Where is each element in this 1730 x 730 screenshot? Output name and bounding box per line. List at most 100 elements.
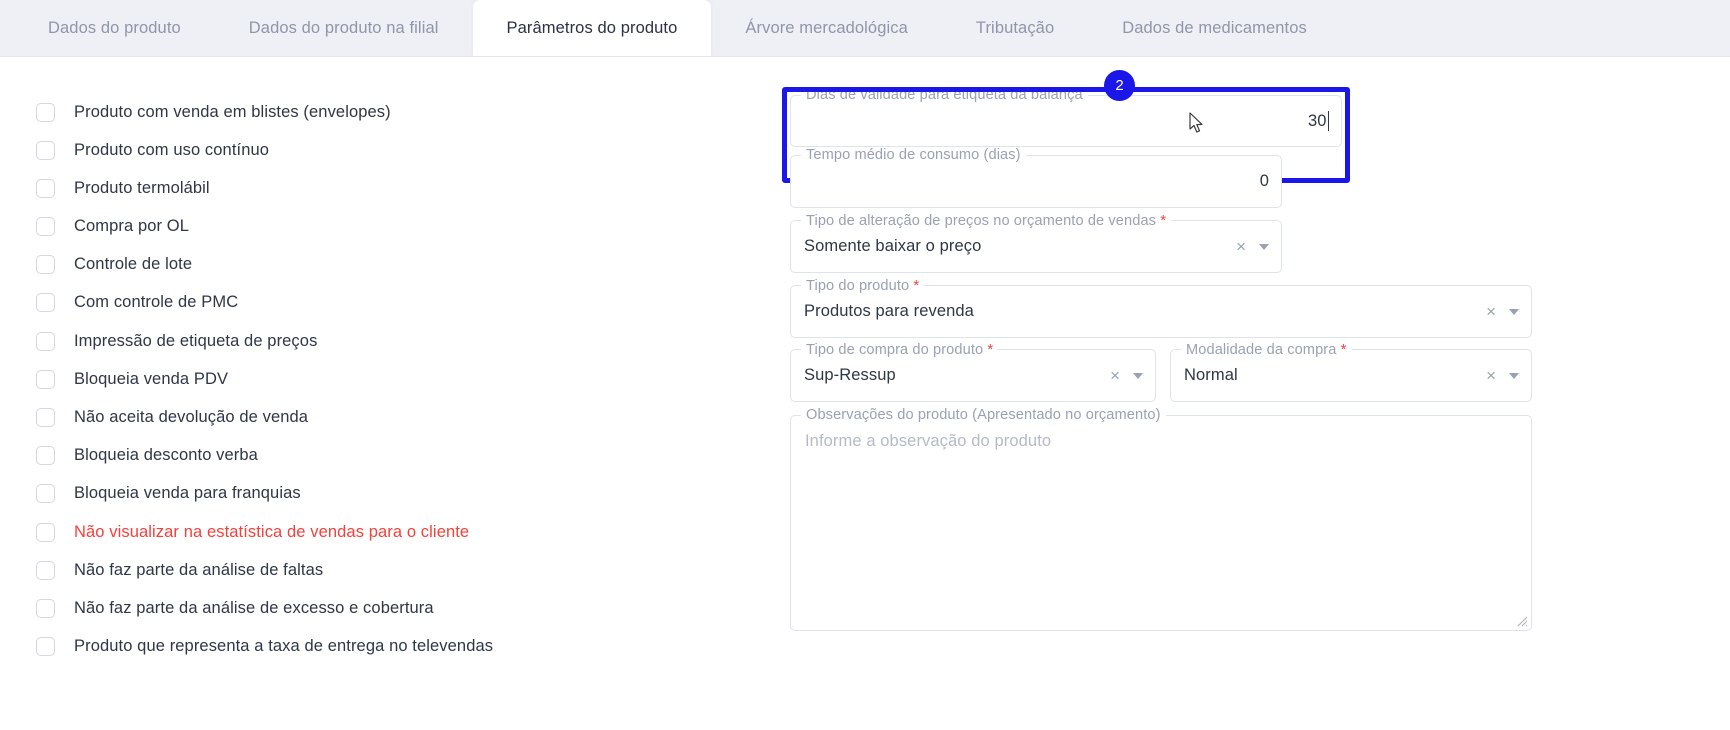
checkbox-row-nao-faz-parte-analise-faltas[interactable]: Não faz parte da análise de faltas [36, 553, 860, 587]
checkbox-label: Não visualizar na estatística de vendas … [74, 522, 470, 541]
chevron-down-icon[interactable] [1509, 308, 1519, 315]
tab-dados-de-medicamentos[interactable]: Dados de medicamentos [1088, 0, 1341, 56]
field-tipo-compra-produto[interactable]: Tipo de compra do produto * Sup-Ressup × [790, 341, 1156, 402]
checkbox-label: Não aceita devolução de venda [74, 408, 309, 426]
field-dias-de-validade[interactable]: Dias de validade para etiqueta da balanç… [790, 87, 1342, 147]
field-tipo-do-produto[interactable]: Tipo do produto * Produtos para revenda … [790, 277, 1532, 338]
modalidade-label: Modalidade da compra * [1181, 341, 1352, 358]
chevron-down-icon[interactable] [1259, 243, 1269, 250]
tipo-alteracao-label-text: Tipo de alteração de preços no orçamento… [806, 213, 1157, 229]
checkbox-row-bloqueia-venda-franquias[interactable]: Bloqueia venda para franquias [36, 477, 860, 511]
tipo-produto-label: Tipo do produto * [801, 277, 925, 294]
dias-de-validade-input[interactable]: 30 [804, 112, 1327, 131]
field-tipo-alteracao-precos[interactable]: Tipo de alteração de preços no orçamento… [790, 212, 1282, 273]
tab-bar-filler [1341, 0, 1730, 56]
checkbox-row-controle-de-pmc[interactable]: Com controle de PMC [36, 286, 860, 320]
checkbox-label: Não faz parte da análise de faltas [74, 560, 324, 579]
checkbox-row-taxa-entrega-televendas[interactable]: Produto que representa a taxa de entrega… [36, 630, 860, 664]
checkbox-icon[interactable] [36, 446, 55, 466]
tipo-alteracao-select-wrapper[interactable]: Tipo de alteração de preços no orçamento… [790, 212, 1282, 273]
modalidade-value[interactable]: Normal [1184, 366, 1486, 385]
checkbox-icon[interactable] [36, 484, 55, 504]
clear-icon[interactable]: × [1236, 238, 1246, 255]
tempo-medio-input[interactable]: 0 [804, 172, 1269, 191]
observacoes-label: Observações do produto (Apresentado no o… [801, 407, 1166, 423]
checkbox-row-impressao-etiqueta-precos[interactable]: Impressão de etiqueta de preços [36, 324, 860, 358]
tipo-compra-adornments: × [1110, 367, 1143, 384]
checkbox-row-bloqueia-desconto-verba[interactable]: Bloqueia desconto verba [36, 439, 860, 473]
resize-handle-icon[interactable] [1516, 615, 1528, 627]
chevron-down-icon[interactable] [1509, 372, 1519, 379]
tipo-produto-label-text: Tipo do produto [806, 278, 910, 294]
checkbox-row-compra-por-ol[interactable]: Compra por OL [36, 210, 860, 244]
checkbox-icon[interactable] [36, 560, 55, 580]
modalidade-label-text: Modalidade da compra [1186, 342, 1337, 358]
checkbox-row-bloqueia-venda-pdv[interactable]: Bloqueia venda PDV [36, 362, 860, 396]
checkbox-icon[interactable] [36, 522, 55, 542]
checkbox-icon[interactable] [36, 217, 55, 237]
checkbox-label: Bloqueia venda PDV [74, 369, 229, 388]
checkbox-label: Compra por OL [74, 217, 190, 236]
checkbox-label: Produto que representa a taxa de entrega… [74, 637, 494, 656]
checkbox-row-venda-blistes[interactable]: Produto com venda em blistes (envelopes) [36, 95, 860, 129]
field-modalidade-compra[interactable]: Modalidade da compra * Normal × [1170, 341, 1532, 402]
checkbox-icon[interactable] [36, 102, 55, 122]
checkbox-label: Bloqueia desconto verba [74, 446, 258, 465]
checkbox-row-nao-aceita-devolucao[interactable]: Não aceita devolução de venda [36, 401, 860, 435]
tab-label: Parâmetros do produto [506, 18, 678, 37]
checkbox-row-termolabil[interactable]: Produto termolábil [36, 171, 860, 205]
tab-label: Tributação [975, 18, 1055, 37]
checkbox-icon[interactable] [36, 293, 55, 313]
field-observacoes-produto[interactable]: Observações do produto (Apresentado no o… [790, 407, 1532, 631]
checkbox-row-nao-visualizar-estatistica[interactable]: Não visualizar na estatística de vendas … [36, 515, 860, 549]
clear-icon[interactable]: × [1486, 303, 1496, 320]
checkbox-icon[interactable] [36, 331, 55, 351]
required-asterisk: * [1160, 212, 1167, 229]
checkbox-icon[interactable] [36, 140, 55, 160]
checkbox-label: Bloqueia venda para franquias [74, 484, 301, 503]
tipo-alteracao-value[interactable]: Somente baixar o preço [804, 237, 1236, 256]
tipo-compra-label: Tipo de compra do produto * [801, 341, 999, 358]
tipo-alteracao-adornments: × [1236, 238, 1269, 255]
tempo-medio-input-wrapper[interactable]: Tempo médio de consumo (dias) 0 [790, 147, 1282, 208]
tab-tributacao[interactable]: Tributação [942, 0, 1088, 56]
checkbox-icon[interactable] [36, 255, 55, 275]
clear-icon[interactable]: × [1110, 367, 1120, 384]
checkbox-label: Com controle de PMC [74, 293, 239, 312]
checkbox-row-nao-faz-parte-analise-excesso[interactable]: Não faz parte da análise de excesso e co… [36, 591, 860, 625]
chevron-down-icon[interactable] [1133, 372, 1143, 379]
tipo-produto-select-wrapper[interactable]: Tipo do produto * Produtos para revenda … [790, 277, 1532, 338]
checkbox-icon[interactable] [36, 598, 55, 618]
checkbox-list: Produto com venda em blistes (envelopes)… [0, 57, 860, 730]
checkbox-icon[interactable] [36, 178, 55, 198]
checkbox-row-uso-continuo[interactable]: Produto com uso contínuo [36, 133, 860, 167]
dias-de-validade-input-wrapper[interactable]: Dias de validade para etiqueta da balanç… [790, 87, 1342, 147]
tab-label: Árvore mercadológica [745, 18, 908, 37]
field-tempo-medio-consumo[interactable]: Tempo médio de consumo (dias) 0 [790, 147, 1282, 208]
checkbox-icon[interactable] [36, 369, 55, 389]
dias-de-validade-label: Dias de validade para etiqueta da balanç… [801, 87, 1088, 103]
tempo-medio-label: Tempo médio de consumo (dias) [801, 147, 1026, 163]
checkbox-label: Produto termolábil [74, 178, 210, 197]
tipo-compra-select-wrapper[interactable]: Tipo de compra do produto * Sup-Ressup × [790, 341, 1156, 402]
clear-icon[interactable]: × [1486, 367, 1496, 384]
tipo-produto-adornments: × [1486, 303, 1519, 320]
checkbox-icon[interactable] [36, 637, 55, 657]
observacoes-placeholder: Informe a observação do produto [805, 432, 1052, 450]
tab-dados-do-produto-na-filial[interactable]: Dados do produto na filial [215, 0, 473, 56]
checkbox-icon[interactable] [36, 408, 55, 427]
observacoes-textarea-wrapper[interactable]: Observações do produto (Apresentado no o… [790, 407, 1532, 631]
tipo-alteracao-label: Tipo de alteração de preços no orçamento… [801, 212, 1172, 229]
tipo-produto-value[interactable]: Produtos para revenda [804, 302, 1486, 321]
tab-parametros-do-produto[interactable]: Parâmetros do produto [472, 0, 712, 56]
tab-arvore-mercadologica[interactable]: Árvore mercadológica [711, 0, 942, 56]
tipo-compra-value[interactable]: Sup-Ressup [804, 366, 1110, 385]
annotation-step-badge: 2 [1104, 70, 1135, 101]
checkbox-label: Produto com uso contínuo [74, 140, 270, 159]
tab-dados-do-produto[interactable]: Dados do produto [14, 0, 215, 56]
modalidade-adornments: × [1486, 367, 1519, 384]
checkbox-label: Não faz parte da análise de excesso e co… [74, 598, 434, 617]
checkbox-row-controle-de-lote[interactable]: Controle de lote [36, 248, 860, 282]
modalidade-select-wrapper[interactable]: Modalidade da compra * Normal × [1170, 341, 1532, 402]
tab-label: Dados do produto [48, 18, 181, 37]
